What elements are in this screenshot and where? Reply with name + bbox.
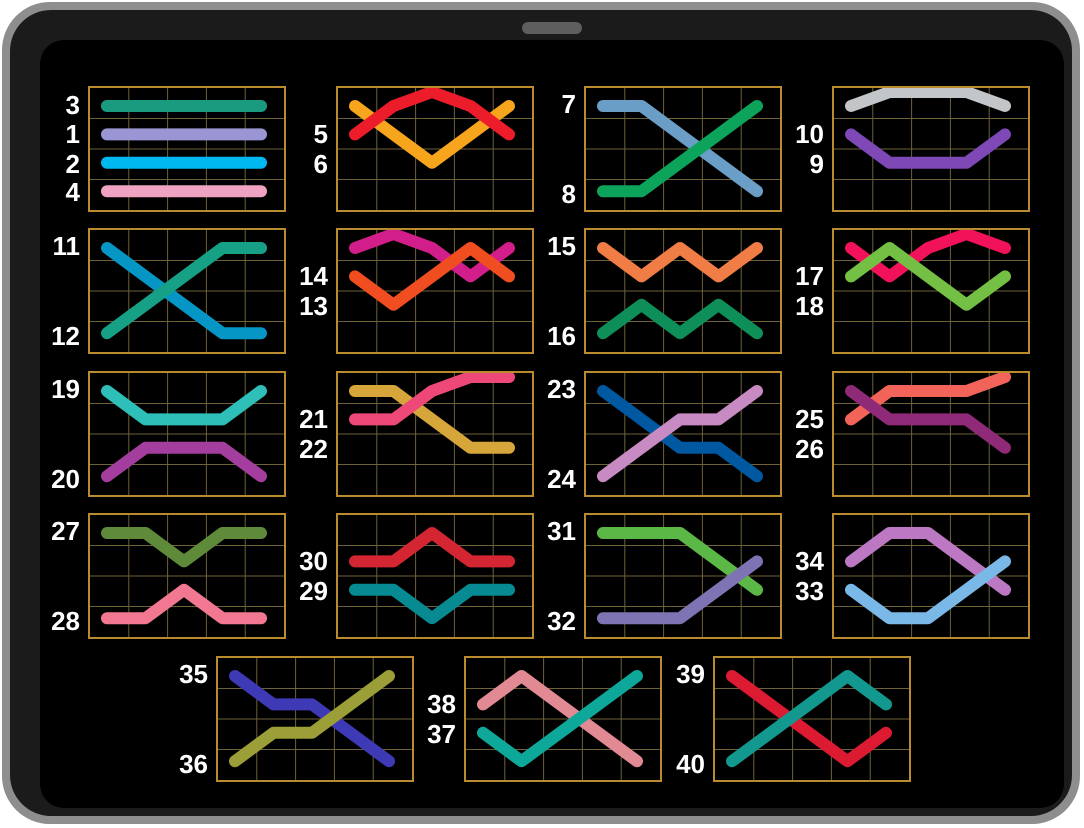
- payline-number-label: 6: [313, 149, 328, 179]
- payline-chart: [586, 88, 780, 210]
- payline-number-label: 15: [547, 231, 576, 261]
- reel-grid: [88, 86, 286, 212]
- payline-number-label: 8: [561, 179, 576, 209]
- payline-number-label: 24: [547, 464, 576, 494]
- payline-number-label: 34: [795, 546, 824, 576]
- device-frame: 3 1 2 4 5 6 7 8 10 9 11 12 14 13 15 16 17 18 19 20 21 22 23 24 2…: [2, 2, 1080, 824]
- payline-chart: [338, 373, 532, 495]
- reel-grid: [584, 86, 782, 212]
- payline-number-label: 35: [179, 659, 208, 689]
- payline-chart: [834, 88, 1028, 210]
- payline-30: [349, 527, 515, 568]
- payline-number-label: 33: [795, 576, 824, 606]
- payline-number-label: 11: [52, 231, 81, 261]
- reel-grid: [832, 228, 1030, 354]
- payline-number-label: 3: [65, 90, 80, 120]
- reel-grid: [832, 513, 1030, 639]
- reel-grid: [832, 86, 1030, 212]
- payline-number-label: 26: [795, 434, 824, 464]
- payline-chart: [586, 230, 780, 352]
- payline-number-label: 2: [65, 149, 80, 179]
- payline-number-label: 25: [795, 404, 824, 434]
- reel-grid: [464, 656, 662, 782]
- payline-16: [597, 298, 763, 340]
- payline-number-label: 20: [51, 464, 80, 494]
- payline-number-label: 38: [427, 689, 456, 719]
- payline-chart: [466, 658, 660, 780]
- reel-grid: [88, 513, 286, 639]
- payline-10: [845, 88, 1011, 112]
- payline-number-label: 1: [65, 119, 80, 149]
- payline-number-label: 27: [51, 516, 80, 546]
- payline-number-label: 28: [51, 606, 80, 636]
- payline-27: [101, 527, 267, 568]
- payline-number-label: 29: [299, 576, 328, 606]
- payline-number-label: 31: [547, 516, 576, 546]
- reel-grid: [88, 228, 286, 354]
- payline-chart: [338, 230, 532, 352]
- payline-number-label: 32: [547, 606, 576, 636]
- payline-number-label: 5: [313, 119, 328, 149]
- payline-chart: [338, 88, 532, 210]
- payline-number-label: 10: [795, 119, 824, 149]
- payline-number-label: 40: [676, 749, 705, 779]
- reel-grid: [584, 371, 782, 497]
- payline-number-label: 12: [51, 321, 80, 351]
- payline-number-label: 39: [676, 659, 705, 689]
- camera-notch: [522, 22, 582, 34]
- payline-number-label: 7: [561, 89, 576, 119]
- payline-chart: [715, 658, 909, 780]
- payline-chart: [90, 88, 284, 210]
- payline-chart: [90, 515, 284, 637]
- payline-number-label: 36: [179, 749, 208, 779]
- payline-number-label: 30: [299, 546, 328, 576]
- payline-18: [845, 242, 1011, 311]
- payline-chart: [586, 373, 780, 495]
- payline-number-label: 23: [547, 374, 576, 404]
- payline-number-label: 16: [547, 321, 576, 351]
- payline-number-label: 18: [795, 291, 824, 321]
- payline-20: [101, 441, 267, 483]
- payline-13: [349, 242, 515, 311]
- reel-grid: [336, 86, 534, 212]
- payline-chart: [338, 515, 532, 637]
- payline-number-label: 14: [299, 261, 328, 291]
- payline-number-label: 21: [299, 404, 328, 434]
- payline-15: [597, 242, 763, 283]
- payline-number-label: 9: [809, 149, 824, 179]
- reel-grid: [584, 228, 782, 354]
- payline-number-label: 22: [299, 434, 328, 464]
- payline-number-label: 13: [299, 291, 328, 321]
- payline-number-label: 17: [795, 261, 824, 291]
- device-bezel: 3 1 2 4 5 6 7 8 10 9 11 12 14 13 15 16 17 18 19 20 21 22 23 24 2…: [10, 10, 1072, 816]
- payline-chart: [834, 515, 1028, 637]
- reel-grid: [216, 656, 414, 782]
- reel-grid: [713, 656, 911, 782]
- payline-28: [101, 583, 267, 625]
- reel-grid: [336, 228, 534, 354]
- payline-chart: [586, 515, 780, 637]
- payline-29: [349, 583, 515, 625]
- payline-chart: [90, 230, 284, 352]
- payline-number-label: 4: [65, 177, 80, 207]
- payline-chart: [834, 230, 1028, 352]
- payline-number-label: 19: [51, 374, 80, 404]
- reel-grid: [336, 371, 534, 497]
- payline-screen: 3 1 2 4 5 6 7 8 10 9 11 12 14 13 15 16 17 18 19 20 21 22 23 24 2…: [40, 40, 1064, 808]
- reel-grid: [832, 371, 1030, 497]
- reel-grid: [584, 513, 782, 639]
- payline-19: [101, 385, 267, 426]
- reel-grid: [88, 371, 286, 497]
- payline-chart: [218, 658, 412, 780]
- reel-grid: [336, 513, 534, 639]
- payline-chart: [90, 373, 284, 495]
- payline-chart: [834, 373, 1028, 495]
- payline-number-label: 37: [427, 719, 456, 749]
